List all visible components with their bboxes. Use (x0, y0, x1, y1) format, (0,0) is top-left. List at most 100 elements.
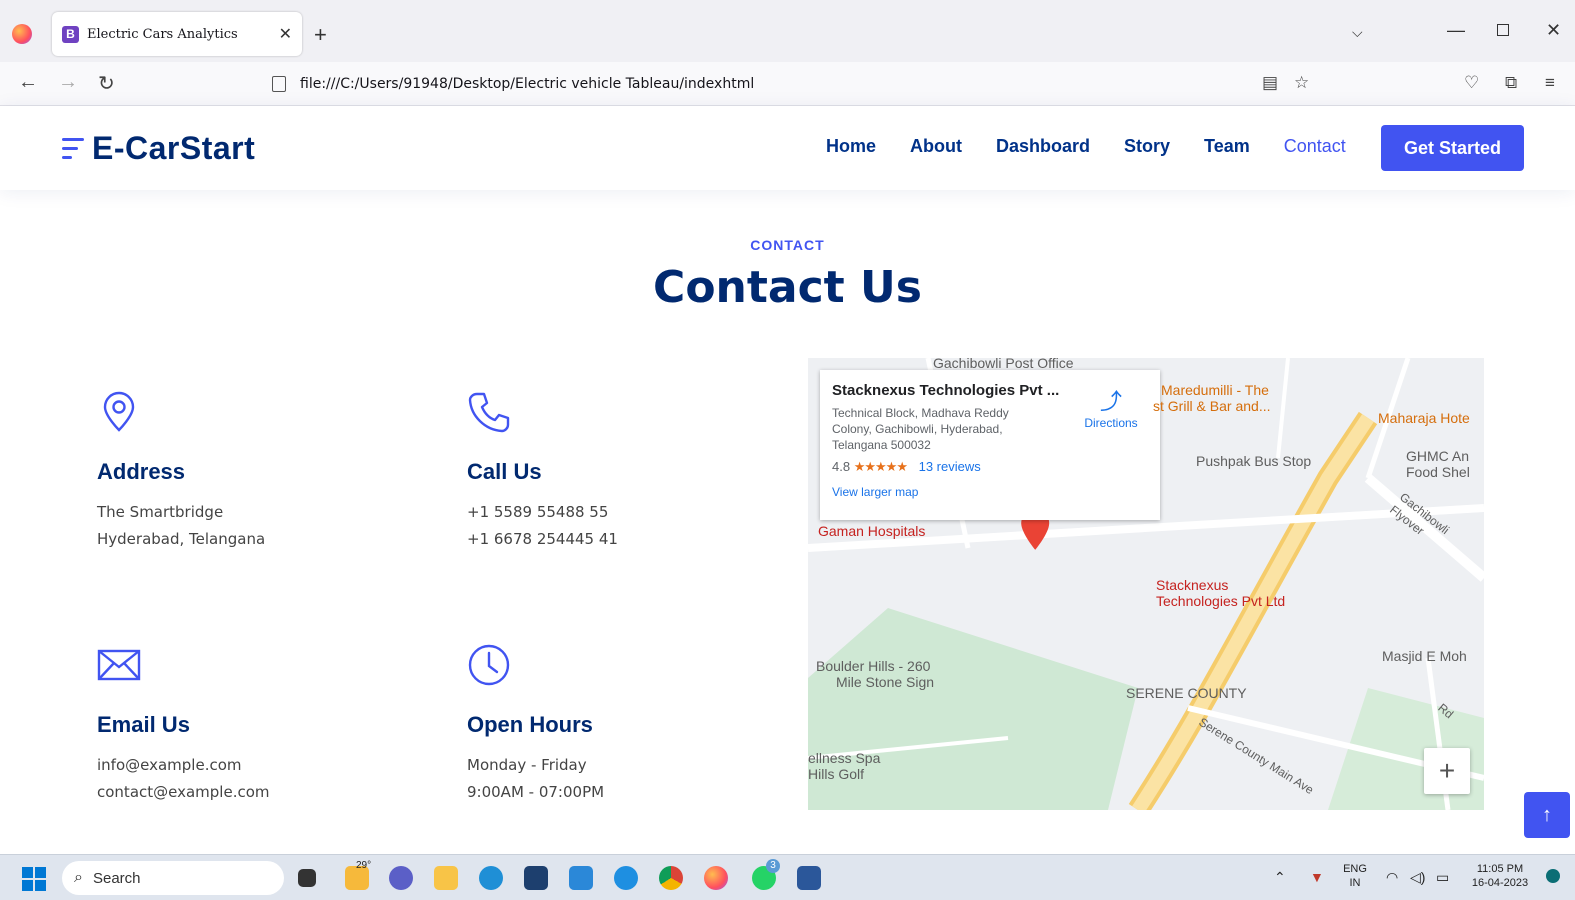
place-rating: 4.8 ★★★★★ 13 reviews (832, 459, 1148, 475)
section-eyebrow: CONTACT (750, 237, 825, 253)
pocket-icon[interactable]: ♡ (1464, 73, 1479, 93)
nav-story[interactable]: Story (1124, 136, 1170, 157)
map-label: SERENE COUNTY (1126, 685, 1247, 701)
map-pin-icon (103, 391, 135, 432)
clock[interactable]: 11:05 PM 16-04-2023 (1462, 862, 1538, 890)
forward-arrow-icon[interactable]: → (58, 71, 78, 94)
hours-title: Open Hours (467, 712, 593, 737)
map-label: Pushpak Bus Stop (1196, 453, 1312, 469)
map-label: Food Shel (1406, 464, 1470, 480)
address-box: Address The Smartbridge Hyderabad, Telan… (97, 390, 437, 553)
view-larger-map-link[interactable]: View larger map (832, 485, 1148, 499)
email-box: Email Us info@example.com contact@exampl… (97, 643, 437, 806)
hours-line-2: 9:00AM - 07:00PM (467, 783, 605, 801)
windows-start-icon[interactable] (22, 867, 46, 891)
nav-about[interactable]: About (910, 136, 962, 157)
back-arrow-icon[interactable]: ← (18, 71, 38, 94)
wifi-icon[interactable]: ◠ (1386, 869, 1398, 886)
map-label: Stacknexus (1156, 577, 1229, 593)
get-started-button[interactable]: Get Started (1381, 125, 1524, 171)
map-label: Mile Stone Sign (836, 674, 935, 690)
nav-contact[interactable]: Contact (1284, 136, 1346, 157)
map-zoom-in-button[interactable]: + (1424, 748, 1470, 794)
tab-close-icon[interactable]: ✕ (279, 24, 292, 44)
store-icon[interactable] (524, 866, 548, 890)
browser-toolbar: ← → ↻ file:///C:/Users/91948/Desktop/Ele… (0, 62, 1575, 106)
place-address: Technical Block, Madhava Reddy Colony, G… (832, 406, 1009, 452)
edge-icon[interactable] (479, 866, 503, 890)
word-icon[interactable] (797, 866, 821, 890)
envelope-icon (97, 649, 141, 681)
reload-icon[interactable]: ↻ (98, 71, 115, 96)
hours-box: Open Hours Monday - Friday 9:00AM - 07:0… (467, 643, 807, 806)
nav-team[interactable]: Team (1204, 136, 1250, 157)
new-tab-icon[interactable]: + (314, 22, 327, 48)
window-close-icon[interactable]: ✕ (1546, 20, 1561, 41)
hours-line-1: Monday - Friday (467, 756, 587, 774)
bookmark-star-icon[interactable]: ☆ (1294, 73, 1309, 93)
weather-temp: 29° (356, 860, 372, 871)
chevron-down-icon[interactable]: ⌵ (1352, 24, 1363, 41)
address-title: Address (97, 459, 186, 484)
address-bar[interactable]: file:///C:/Users/91948/Desktop/Electric … (262, 68, 1322, 100)
url-text: file:///C:/Users/91948/Desktop/Electric … (300, 76, 755, 92)
windows-taskbar: ⌕ Search 29° 3 ⌃ ▼ ENG IN ◠ ◁) ▭ 11:05 P… (0, 854, 1575, 900)
nav-dashboard[interactable]: Dashboard (996, 136, 1090, 157)
antivirus-icon[interactable]: ▼ (1310, 869, 1324, 885)
reviews-link[interactable]: 13 reviews (919, 459, 981, 474)
battery-icon[interactable]: ▭ (1436, 869, 1449, 886)
map-place-card: Stacknexus Technologies Pvt ... Technica… (820, 370, 1160, 520)
map-label: Maharaja Hote (1378, 410, 1470, 426)
map-label: Boulder Hills - 260 (816, 658, 931, 674)
site-logo[interactable]: E-CarStart (62, 130, 255, 167)
map-label: Masjid E Moh (1382, 648, 1467, 664)
extensions-icon[interactable]: ⧉ (1505, 73, 1517, 93)
browser-tab[interactable]: B Electric Cars Analytics ✕ (52, 12, 302, 56)
map-label: Hills Golf (808, 766, 865, 782)
clock-icon (468, 644, 510, 686)
minimize-icon[interactable]: — (1447, 20, 1465, 41)
speaker-icon[interactable]: ◁) (1410, 869, 1425, 886)
rating-value: 4.8 (832, 459, 851, 474)
nav-home[interactable]: Home (826, 136, 876, 157)
map-label: Gaman Hospitals (818, 523, 926, 539)
chat-icon[interactable] (389, 866, 413, 890)
map-label: Gachibowli Post Office (933, 358, 1074, 371)
tab-title: Electric Cars Analytics (87, 26, 238, 42)
whatsapp-badge: 3 (766, 859, 780, 873)
map-label: Technologies Pvt Ltd (1156, 593, 1286, 609)
clock-time: 11:05 PM (1476, 863, 1524, 875)
address-line-1: The Smartbridge (97, 503, 224, 521)
call-line-1: +1 5589 55488 55 (467, 503, 609, 521)
bootstrap-favicon-icon: B (62, 25, 79, 43)
back-to-top-button[interactable]: ↑ (1524, 792, 1570, 838)
directions-button[interactable]: ⤴ Directions (1076, 384, 1146, 430)
firefox-icon[interactable] (12, 24, 32, 44)
taskbar-search-label: Search (92, 869, 141, 887)
language-indicator[interactable]: ENG IN (1340, 862, 1370, 890)
lang-secondary: IN (1349, 877, 1361, 889)
site-header: E-CarStart Home About Dashboard Story Te… (0, 106, 1575, 190)
map-label: Maredumilli - The (1161, 382, 1269, 398)
embedded-map[interactable]: Stacknexus Technologies Pvt ... Technica… (808, 358, 1484, 810)
firefox-taskbar-icon[interactable] (704, 866, 728, 890)
logo-bars-icon (62, 138, 84, 159)
logo-text: E-CarStart (92, 130, 256, 166)
notification-icon[interactable] (1546, 869, 1560, 883)
mail-icon[interactable] (569, 866, 593, 890)
task-view-icon[interactable] (298, 869, 316, 887)
file-explorer-icon[interactable] (434, 866, 458, 890)
call-line-2: +1 6678 254445 41 (467, 530, 618, 548)
reader-view-icon[interactable]: ▤ (1262, 73, 1278, 93)
map-label: ellness Spa (808, 750, 881, 766)
email-title: Email Us (97, 712, 190, 737)
directions-icon: ⤴ (1099, 389, 1122, 414)
rating-stars: ★★★★★ (853, 459, 908, 474)
chrome-icon[interactable] (659, 866, 683, 890)
chevron-up-icon[interactable]: ⌃ (1274, 869, 1286, 886)
menu-icon[interactable]: ≡ (1545, 73, 1555, 93)
help-icon[interactable] (614, 866, 638, 890)
restore-icon[interactable] (1497, 24, 1509, 36)
phone-icon (468, 392, 510, 433)
taskbar-search[interactable]: ⌕ Search (62, 861, 284, 895)
